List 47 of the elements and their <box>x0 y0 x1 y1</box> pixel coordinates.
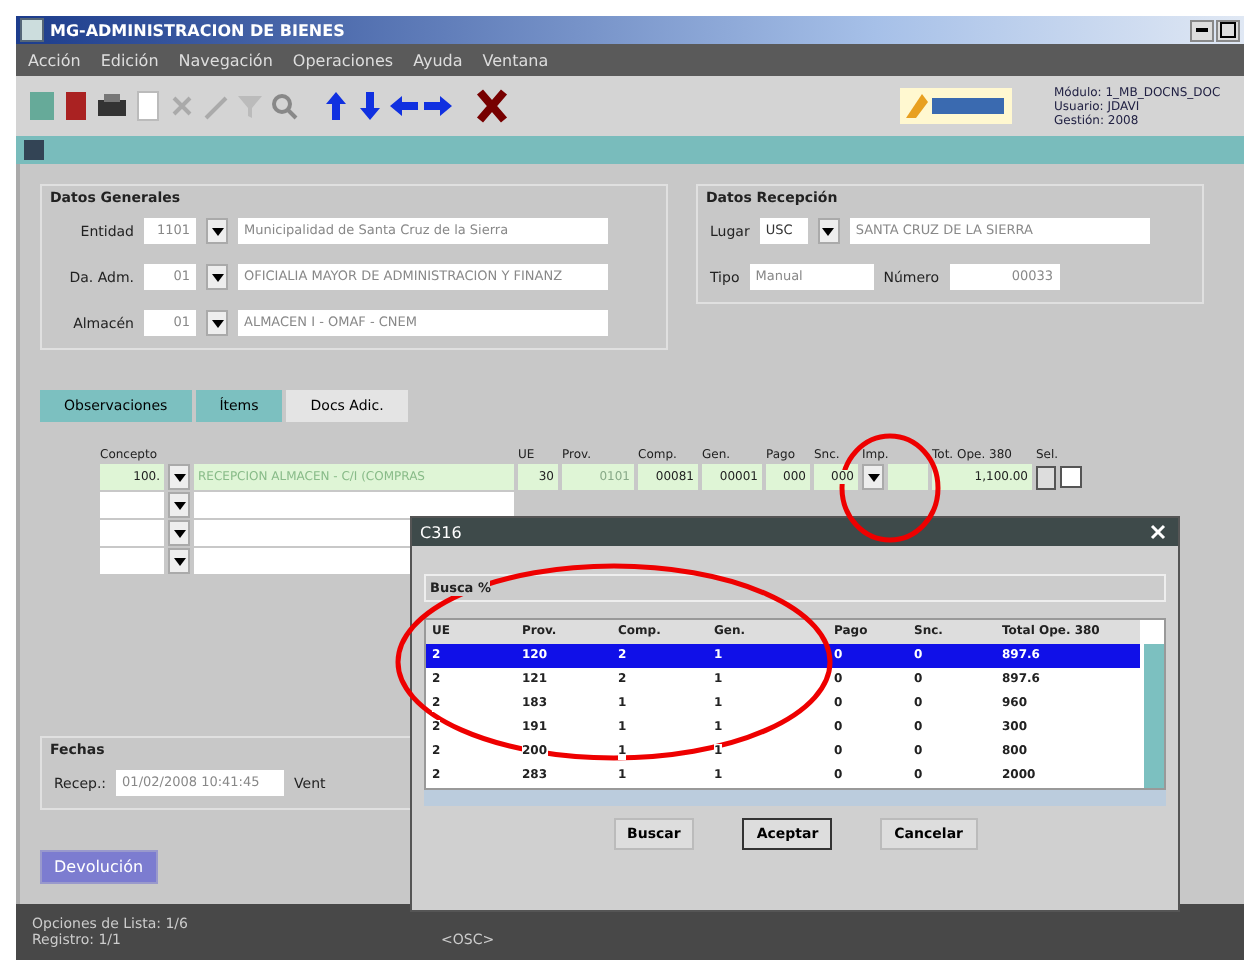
maximize-button[interactable] <box>1216 19 1240 41</box>
menu-item[interactable]: Navegación <box>178 51 273 69</box>
logo-icon <box>900 88 1012 124</box>
dropdown-button[interactable] <box>206 264 228 290</box>
calculator-icon[interactable] <box>1036 465 1056 489</box>
menu-item[interactable]: Acción <box>28 51 81 69</box>
dropdown-button[interactable] <box>862 464 884 490</box>
close-button[interactable] <box>1146 520 1170 544</box>
form-icon <box>22 138 46 162</box>
scrollbar[interactable] <box>1144 644 1164 788</box>
book-icon[interactable] <box>62 90 90 122</box>
arrow-icon[interactable] <box>322 90 350 122</box>
app-icon <box>20 18 44 42</box>
menu-item[interactable]: Ayuda <box>413 51 463 69</box>
window-title: MG-ADMINISTRACION DE BIENES <box>50 21 345 39</box>
dropdown-button[interactable] <box>817 218 840 244</box>
arrow-icon[interactable] <box>356 90 384 122</box>
caret-icon <box>822 227 835 235</box>
dropdown-button[interactable] <box>206 218 228 244</box>
close-icon <box>1150 524 1166 540</box>
arrow-icon[interactable] <box>424 90 452 122</box>
dropdown-button[interactable] <box>168 548 190 574</box>
scrollbar[interactable] <box>424 790 1166 806</box>
minimize-icon <box>1196 28 1208 32</box>
exit-icon[interactable] <box>476 88 508 124</box>
dropdown-button[interactable] <box>168 520 190 546</box>
caret-icon <box>867 473 879 481</box>
dropdown-button[interactable] <box>206 310 228 336</box>
menu-item[interactable]: Ventana <box>482 51 549 69</box>
printer-icon[interactable] <box>96 90 128 122</box>
menu-item[interactable]: Operaciones <box>292 51 394 69</box>
caret-icon <box>173 557 185 565</box>
dropdown-button[interactable] <box>168 492 190 518</box>
caret-icon <box>173 529 185 537</box>
caret-icon <box>173 473 185 481</box>
caret-icon <box>173 501 185 509</box>
dropdown-button[interactable] <box>168 464 190 490</box>
maximize-icon <box>1220 22 1236 38</box>
minimize-button[interactable] <box>1190 19 1214 41</box>
caret-icon <box>211 319 223 327</box>
return-button[interactable]: Devolución <box>40 850 158 884</box>
caret-icon <box>211 227 223 235</box>
dialog-title: C316 <box>420 523 462 541</box>
caret-icon <box>211 273 223 281</box>
arrow-icon[interactable] <box>390 90 418 122</box>
menu-item[interactable]: Edición <box>100 51 159 69</box>
checkbox[interactable] <box>1060 466 1082 488</box>
